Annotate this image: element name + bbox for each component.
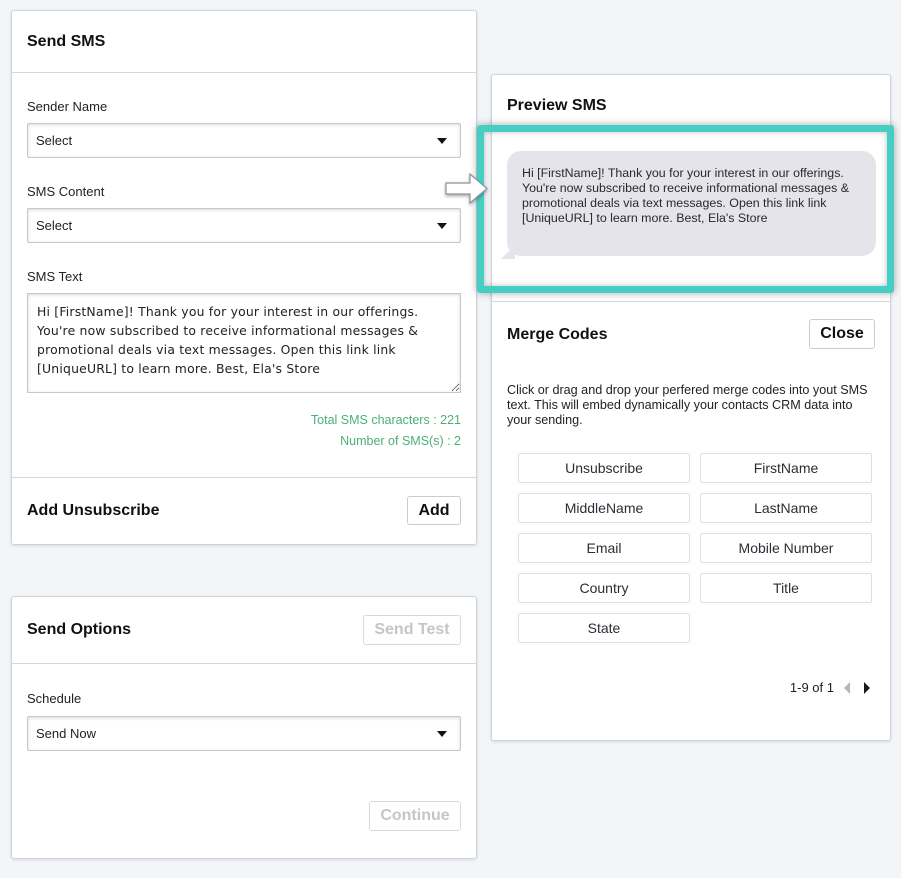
divider: [492, 301, 890, 302]
merge-code-lastname[interactable]: LastName: [700, 493, 872, 523]
next-page-icon[interactable]: [864, 681, 870, 694]
send-test-button[interactable]: Send Test: [363, 615, 461, 645]
pagination: 1-9 of 1: [790, 680, 870, 695]
merge-code-email[interactable]: Email: [518, 533, 690, 563]
merge-code-mobile-number[interactable]: Mobile Number: [700, 533, 872, 563]
preview-title: Preview SMS: [507, 97, 607, 114]
schedule-value: Send Now: [36, 726, 96, 741]
sms-preview-bubble: Hi [FirstName]! Thank you for your inter…: [507, 151, 876, 256]
merge-codes-description: Click or drag and drop your perfered mer…: [507, 383, 868, 427]
sms-text-input[interactable]: Hi [FirstName]! Thank you for your inter…: [27, 293, 461, 393]
add-unsubscribe-label: Add Unsubscribe: [27, 502, 160, 519]
schedule-label: Schedule: [27, 691, 82, 706]
arrow-right-icon: [445, 172, 488, 205]
merge-code-unsubscribe[interactable]: Unsubscribe: [518, 453, 690, 483]
sender-name-value: Select: [36, 133, 73, 148]
divider: [12, 477, 476, 478]
sms-count: Number of SMS(s) : 2: [340, 434, 461, 448]
merge-codes-title: Merge Codes: [507, 326, 608, 343]
pagination-text: 1-9 of 1: [789, 680, 834, 695]
send-sms-card: Send SMS Sender Name Select SMS Content …: [11, 10, 477, 545]
caret-down-icon: [437, 222, 447, 229]
send-sms-title: Send SMS: [27, 32, 106, 50]
bubble-tail: [501, 245, 515, 259]
sms-content-select[interactable]: Select: [27, 208, 461, 243]
merge-code-state[interactable]: State: [518, 613, 690, 643]
merge-code-title[interactable]: Title: [700, 573, 872, 603]
sms-content-label: SMS Content: [27, 184, 105, 199]
sms-content-value: Select: [36, 218, 73, 233]
add-unsubscribe-button[interactable]: Add: [407, 496, 461, 525]
schedule-select[interactable]: Send Now: [27, 716, 461, 751]
caret-down-icon: [437, 730, 447, 737]
sms-text-label: SMS Text: [27, 269, 83, 284]
preview-card: Preview SMS Hi [FirstName]! Thank you fo…: [491, 74, 891, 741]
sms-preview-text: Hi [FirstName]! Thank you for your inter…: [522, 166, 849, 225]
send-options-card: Send Options Send Test Schedule Send Now…: [11, 596, 477, 859]
sender-name-select[interactable]: Select: [27, 123, 461, 158]
total-chars-counter: Total SMS characters : 221: [310, 413, 461, 427]
continue-button[interactable]: Continue: [369, 801, 461, 831]
merge-code-middlename[interactable]: MiddleName: [518, 493, 690, 523]
merge-code-country[interactable]: Country: [518, 573, 690, 603]
close-merge-codes-button[interactable]: Close: [809, 319, 875, 349]
prev-page-icon[interactable]: [844, 681, 850, 694]
merge-code-firstname[interactable]: FirstName: [700, 453, 872, 483]
send-sms-header: Send SMS: [12, 11, 476, 73]
caret-down-icon: [437, 137, 447, 144]
send-options-title: Send Options: [27, 621, 131, 638]
sender-name-label: Sender Name: [27, 99, 108, 114]
